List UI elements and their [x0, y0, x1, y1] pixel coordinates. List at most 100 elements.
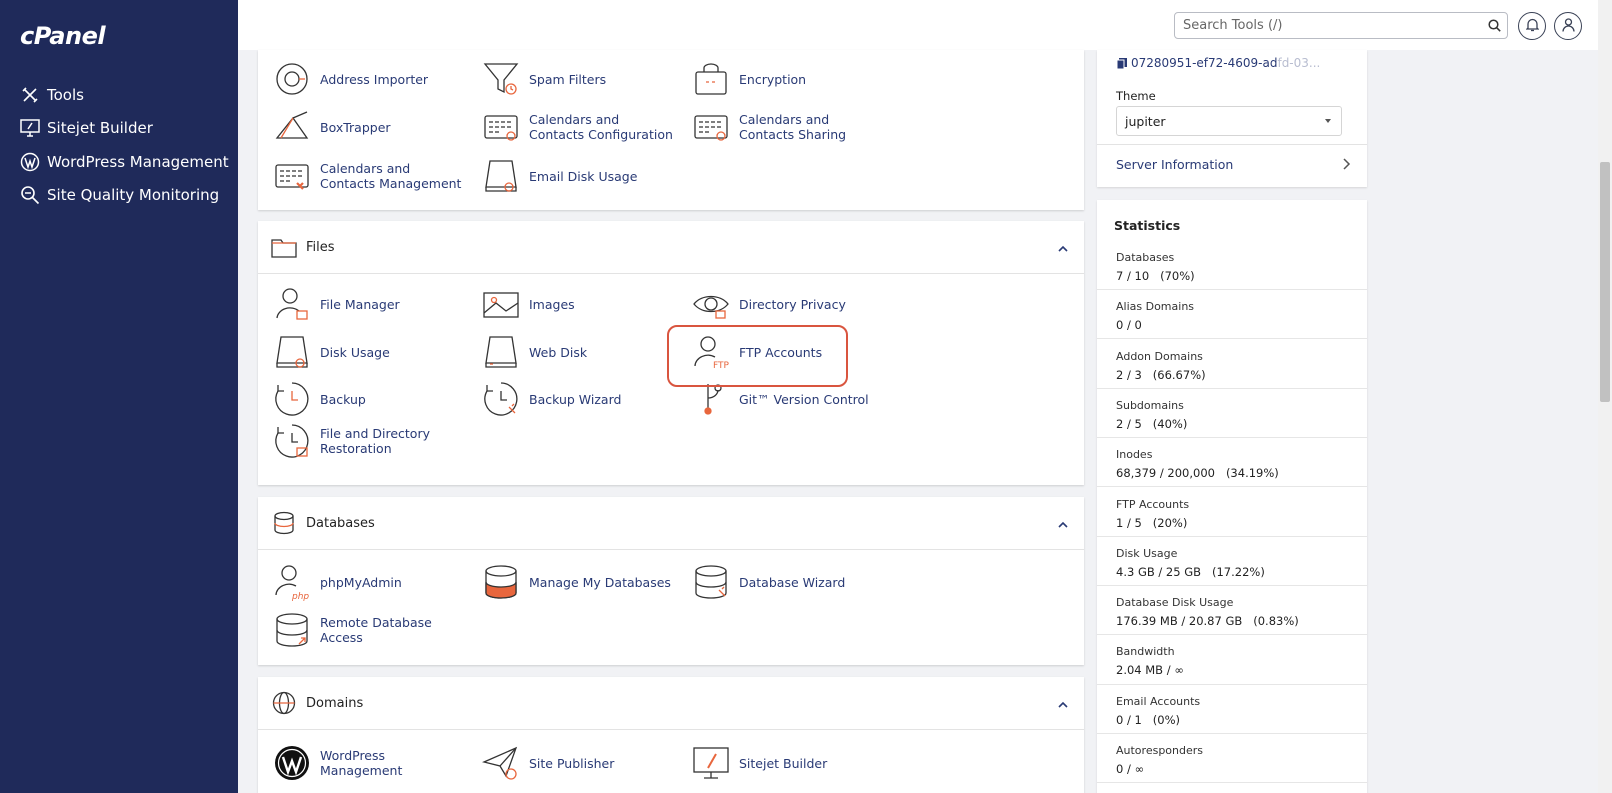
sidebar-item-wordpress-management[interactable]: WordPress Management [0, 145, 238, 179]
copy-icon[interactable] [1117, 57, 1127, 69]
remote-database-icon [272, 610, 312, 650]
server-info-label: Server Information [1116, 157, 1234, 172]
sidebar-item-tools[interactable]: Tools [0, 78, 238, 112]
stat-bandwidth: Bandwidth 2.04 MB / ∞ [1097, 635, 1367, 685]
tool-label: WordPress Management [320, 748, 403, 778]
sidebar-item-sitejet-builder[interactable]: Sitejet Builder [0, 112, 238, 146]
uuid-text: 07280951-ef72-4609-ad [1131, 56, 1278, 70]
paper-plane-icon [481, 743, 521, 783]
tool-email-disk-usage[interactable]: Email Disk Usage [481, 156, 637, 196]
search-icon[interactable] [1481, 19, 1507, 32]
stat-label: Alias Domains [1116, 300, 1195, 313]
panel-title: Domains [306, 695, 364, 711]
tool-label: Spam Filters [529, 71, 607, 87]
stat-value: 176.39 MB / 20.87 GB (0.83%) [1116, 614, 1299, 629]
stat-value: 7 / 10 (70%) [1116, 269, 1195, 283]
caret-down-icon [1325, 119, 1331, 123]
tool-label: Manage My Databases [529, 574, 671, 590]
tool-label: File Manager [320, 296, 400, 312]
panel-title: Files [306, 239, 335, 255]
tool-label: Address Importer [320, 71, 429, 87]
tool-label: Git™ Version Control [739, 391, 869, 407]
tool-site-publisher[interactable]: Site Publisher [481, 743, 614, 783]
tool-label: Calendars and Contacts Configuration [529, 112, 673, 142]
tool-boxtrapper[interactable]: BoxTrapper [272, 107, 391, 147]
tool-label: Site Publisher [529, 755, 615, 771]
panel-title: Databases [306, 515, 375, 531]
tool-label: Web Disk [529, 344, 588, 360]
email-panel: Address Importer Spam Filters Encryption… [258, 50, 1084, 210]
tool-phpmyadmin[interactable]: php phpMyAdmin [272, 562, 402, 602]
stat-inodes: Inodes 68,379 / 200,000 (34.19%) [1097, 438, 1367, 488]
stat-value: 0 / 1 (0%) [1116, 712, 1181, 727]
wordpress-icon [272, 743, 312, 783]
stat-autoresponders: Autoresponders 0 / ∞ [1097, 734, 1367, 784]
tool-calendars-management[interactable]: Calendars and Contacts Management [272, 156, 465, 196]
disk-usage-icon [272, 332, 312, 372]
tool-file-directory-restoration[interactable]: File and Directory Restoration [272, 421, 465, 461]
stat-email-accounts: Email Accounts 0 / 1 (0%) [1097, 685, 1367, 734]
tool-calendars-sharing[interactable]: Calendars and Contacts Sharing [691, 107, 884, 147]
user-menu-button[interactable] [1554, 12, 1582, 40]
tool-backup[interactable]: Backup [272, 379, 366, 419]
theme-select[interactable]: jupiter [1116, 106, 1342, 136]
cpanel-logo[interactable]: cPanel [20, 22, 106, 50]
calendar-config-icon [481, 107, 521, 147]
stat-label: Subdomains [1116, 398, 1184, 412]
uuid-faded-text: fd-03... [1277, 56, 1321, 70]
tool-remote-database-access[interactable]: Remote Database Access [272, 610, 465, 650]
tool-directory-privacy[interactable]: Directory Privacy [691, 284, 846, 324]
tool-sitejet-builder[interactable]: Sitejet Builder [691, 743, 827, 783]
chevron-up-icon[interactable] [1056, 517, 1070, 531]
tool-backup-wizard[interactable]: Backup Wizard [481, 379, 621, 419]
tool-encryption[interactable]: Encryption [691, 59, 806, 99]
search-input[interactable] [1175, 13, 1481, 38]
database-wizard-icon [691, 562, 731, 602]
tool-file-manager[interactable]: File Manager [272, 284, 400, 324]
address-importer-icon [272, 59, 312, 99]
chevron-up-icon[interactable] [1056, 697, 1070, 711]
manage-databases-icon [481, 562, 521, 602]
tool-label: BoxTrapper [320, 119, 391, 135]
tool-database-wizard[interactable]: Database Wizard [691, 562, 845, 602]
tool-wordpress-management[interactable]: WordPress Management [272, 743, 465, 783]
chevron-right-icon [1341, 158, 1351, 173]
top-bar [238, 0, 1598, 50]
folder-icon [271, 234, 297, 260]
stat-ftp-accounts: FTP Accounts 1 / 5 (20%) [1097, 488, 1367, 537]
sidebar-nav: Tools Sitejet Builder WordPress Manageme… [0, 78, 238, 212]
stat-value: 0 / 0 [1116, 318, 1142, 332]
notifications-button[interactable] [1518, 12, 1546, 40]
page-scrollbar[interactable] [1598, 0, 1612, 793]
files-panel-header[interactable]: Files [258, 221, 1084, 274]
stat-value: 68,379 / 200,000 (34.19%) [1116, 466, 1279, 481]
tool-images[interactable]: Images [481, 284, 575, 324]
stat-databases: Databases 7 / 10 (70%) [1097, 241, 1367, 291]
databases-panel-header[interactable]: Databases [258, 497, 1084, 550]
tool-label: File and Directory Restoration [320, 426, 430, 456]
tool-disk-usage[interactable]: Disk Usage [272, 332, 390, 372]
account-uuid[interactable]: 07280951-ef72-4609-ad fd-03... [1117, 56, 1320, 70]
tool-label: Calendars and Contacts Sharing [739, 112, 847, 142]
scrollbar-thumb[interactable] [1600, 162, 1610, 402]
stat-addon-domains: Addon Domains 2 / 3 (66.67%) [1097, 340, 1367, 389]
chevron-up-icon[interactable] [1056, 241, 1070, 255]
server-information-link[interactable]: Server Information [1097, 144, 1367, 184]
sidebar-item-label: WordPress Management [47, 152, 229, 171]
domains-panel-header[interactable]: Domains [258, 677, 1084, 730]
tool-label: Database Wizard [739, 574, 846, 590]
tool-address-importer[interactable]: Address Importer [272, 59, 428, 99]
sidebar-item-site-quality-monitoring[interactable]: Site Quality Monitoring [0, 179, 238, 213]
theme-value: jupiter [1125, 113, 1166, 129]
tool-web-disk[interactable]: Web Disk [481, 332, 587, 372]
tool-manage-my-databases[interactable]: Manage My Databases [481, 562, 671, 602]
spam-filter-icon [481, 59, 521, 99]
tool-calendars-config[interactable]: Calendars and Contacts Configuration [481, 107, 674, 147]
tool-label: phpMyAdmin [320, 574, 402, 590]
stat-database-disk-usage: Database Disk Usage 176.39 MB / 20.87 GB… [1097, 586, 1367, 636]
stat-label: Addon Domains [1116, 349, 1203, 363]
statistics-title: Statistics [1114, 218, 1181, 233]
stat-label: FTP Accounts [1116, 497, 1190, 511]
tool-spam-filters[interactable]: Spam Filters [481, 59, 606, 99]
tool-label: Disk Usage [320, 344, 390, 360]
